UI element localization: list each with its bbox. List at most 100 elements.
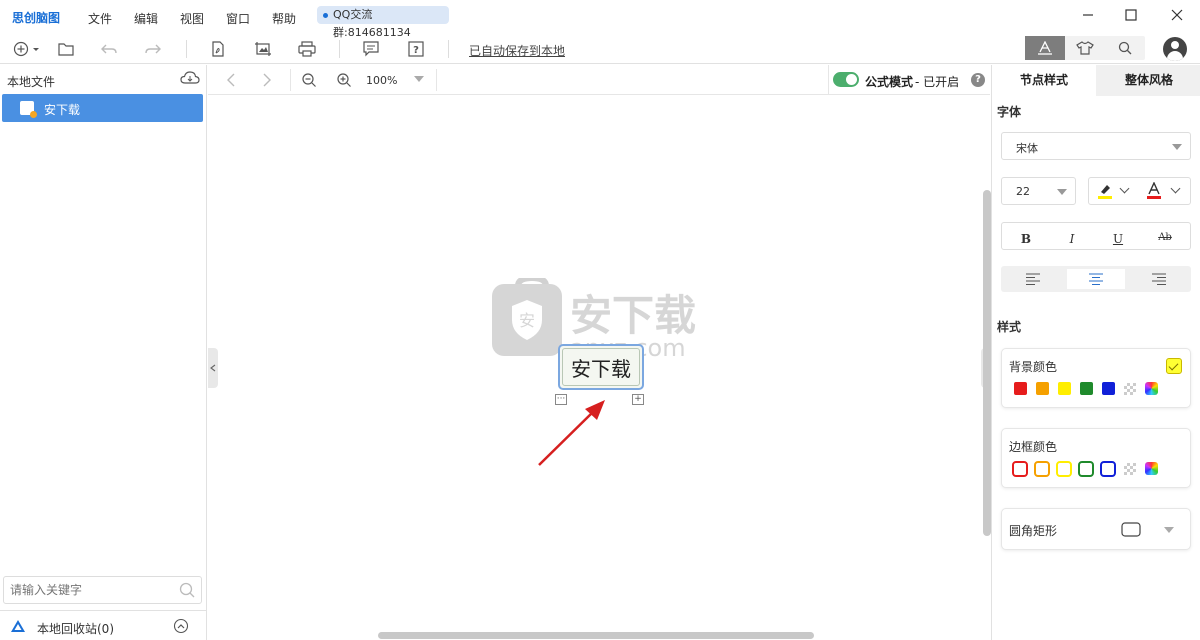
- menu-help[interactable]: 帮助: [272, 10, 318, 27]
- node-add-child-button[interactable]: +: [632, 394, 644, 405]
- vertical-scrollbar[interactable]: [983, 190, 991, 536]
- recycle-bin-row[interactable]: 本地回收站(0): [0, 610, 207, 640]
- zoom-out-button[interactable]: [300, 71, 318, 89]
- formula-mode-toggle[interactable]: [833, 72, 859, 87]
- autosave-link[interactable]: 已自动保存到本地: [469, 42, 565, 59]
- shape-label: 圆角矩形: [1009, 524, 1058, 538]
- underline-button[interactable]: U: [1111, 232, 1125, 246]
- menu-window[interactable]: 窗口: [226, 10, 272, 27]
- toolbar-divider: [339, 40, 340, 58]
- style-tabs: 节点样式 整体风格: [992, 65, 1200, 96]
- bg-swatch-green[interactable]: [1080, 382, 1093, 395]
- export-pdf-button[interactable]: [207, 38, 229, 60]
- italic-button[interactable]: I: [1065, 232, 1079, 246]
- node-style-toggle[interactable]: [1025, 36, 1065, 60]
- border-swatch-orange[interactable]: [1034, 461, 1050, 477]
- font-color-icon: [1147, 181, 1161, 199]
- left-file-panel: 本地文件 安下载 本地回收站(0): [0, 65, 207, 640]
- tab-node-style[interactable]: 节点样式: [992, 65, 1096, 96]
- cloud-sync-button[interactable]: [180, 71, 200, 88]
- image-crop-icon: [255, 42, 271, 56]
- tab-overall-style[interactable]: 整体风格: [1097, 65, 1200, 96]
- bg-swatch-red[interactable]: [1014, 382, 1027, 395]
- minimize-button[interactable]: [1073, 4, 1103, 26]
- border-color-card: 边框颜色: [1001, 428, 1191, 488]
- comment-icon: [363, 41, 379, 57]
- bg-transparent-swatch[interactable]: [1124, 383, 1136, 395]
- canvas-toolbar-divider: [436, 69, 437, 91]
- local-files-title: 本地文件: [7, 75, 56, 89]
- theme-toggle[interactable]: [1065, 36, 1105, 60]
- zoom-in-button[interactable]: [335, 71, 353, 89]
- zoom-dropdown-arrow[interactable]: [414, 76, 424, 82]
- collapse-left-panel-button[interactable]: [208, 348, 218, 388]
- print-button[interactable]: [296, 38, 318, 60]
- bg-swatch-blue[interactable]: [1102, 382, 1115, 395]
- border-swatch-yellow[interactable]: [1056, 461, 1072, 477]
- node-more-button[interactable]: ···: [555, 394, 567, 405]
- undo-button[interactable]: [98, 38, 120, 60]
- horizontal-scrollbar[interactable]: [378, 632, 814, 639]
- menu-file[interactable]: 文件: [88, 10, 134, 27]
- bg-custom-color-icon[interactable]: [1145, 382, 1158, 395]
- dropdown-arrow-icon[interactable]: [1164, 527, 1174, 533]
- border-swatch-green[interactable]: [1078, 461, 1094, 477]
- align-left-button[interactable]: [1004, 269, 1062, 289]
- strikethrough-button[interactable]: Ab: [1157, 232, 1173, 243]
- menu-view[interactable]: 视图: [180, 10, 226, 27]
- chevron-down-icon[interactable]: [1170, 183, 1181, 194]
- selected-bg-color[interactable]: [1166, 358, 1182, 374]
- chevron-up-icon[interactable]: [173, 618, 189, 637]
- help-doc-button[interactable]: ?: [405, 38, 427, 60]
- font-color-button[interactable]: [1146, 181, 1162, 200]
- app-window: 思创脑图 文件 编辑 视图 窗口 帮助 QQ交流群:814681134 ? 已自…: [0, 0, 1200, 640]
- border-swatch-red[interactable]: [1012, 461, 1028, 477]
- open-folder-button[interactable]: [55, 38, 77, 60]
- canvas-toolbar-divider: [290, 69, 291, 91]
- border-transparent-swatch[interactable]: [1124, 463, 1136, 475]
- font-family-select[interactable]: 宋体: [1001, 132, 1191, 160]
- highlight-color-button[interactable]: [1097, 182, 1113, 200]
- node-text[interactable]: 安下载: [562, 348, 640, 386]
- main-toolbar: ? 已自动保存到本地: [0, 34, 1200, 64]
- new-file-button[interactable]: [12, 38, 42, 60]
- border-custom-color-icon[interactable]: [1145, 462, 1158, 475]
- dropdown-arrow-icon: [1172, 144, 1182, 150]
- bg-color-title: 背景颜色: [1009, 360, 1058, 374]
- shape-card[interactable]: 圆角矩形: [1001, 508, 1191, 550]
- search-icon[interactable]: [179, 582, 195, 601]
- bg-swatch-yellow[interactable]: [1058, 382, 1071, 395]
- help-icon[interactable]: ?: [971, 73, 985, 87]
- forward-button[interactable]: [258, 71, 276, 89]
- search-icon: [1118, 41, 1132, 55]
- maximize-button[interactable]: [1116, 4, 1146, 26]
- align-right-button[interactable]: [1130, 269, 1188, 289]
- user-avatar[interactable]: [1163, 37, 1187, 61]
- file-search-input[interactable]: [10, 582, 170, 598]
- align-center-button[interactable]: [1067, 269, 1125, 289]
- bold-button[interactable]: B: [1019, 232, 1033, 246]
- redo-button[interactable]: [142, 38, 164, 60]
- comment-button[interactable]: [360, 38, 382, 60]
- menu-edit[interactable]: 编辑: [134, 10, 180, 27]
- mindmap-canvas[interactable]: 安 安下载 anxz.com 安下载 ··· +: [208, 96, 991, 640]
- bg-swatch-orange[interactable]: [1036, 382, 1049, 395]
- font-size-select[interactable]: 22: [1001, 177, 1076, 205]
- search-toggle[interactable]: [1105, 36, 1145, 60]
- zoom-in-icon: [337, 73, 351, 87]
- mindmap-file-icon: [20, 101, 37, 118]
- bg-color-card: 背景颜色: [1001, 348, 1191, 408]
- align-left-icon: [1026, 273, 1040, 285]
- border-swatch-blue[interactable]: [1100, 461, 1116, 477]
- border-color-title: 边框颜色: [1009, 440, 1058, 454]
- qq-group-badge[interactable]: QQ交流群:814681134: [317, 6, 449, 39]
- font-family-value: 宋体: [1016, 142, 1038, 155]
- back-button[interactable]: [222, 71, 240, 89]
- export-image-button[interactable]: [252, 38, 274, 60]
- chevron-down-icon[interactable]: [1119, 183, 1130, 194]
- zoom-level[interactable]: 100%: [366, 74, 397, 87]
- folder-icon: [58, 43, 74, 56]
- close-button[interactable]: [1162, 4, 1192, 26]
- file-item-selected[interactable]: 安下载: [2, 94, 203, 122]
- mindmap-root-node[interactable]: 安下载: [558, 344, 644, 390]
